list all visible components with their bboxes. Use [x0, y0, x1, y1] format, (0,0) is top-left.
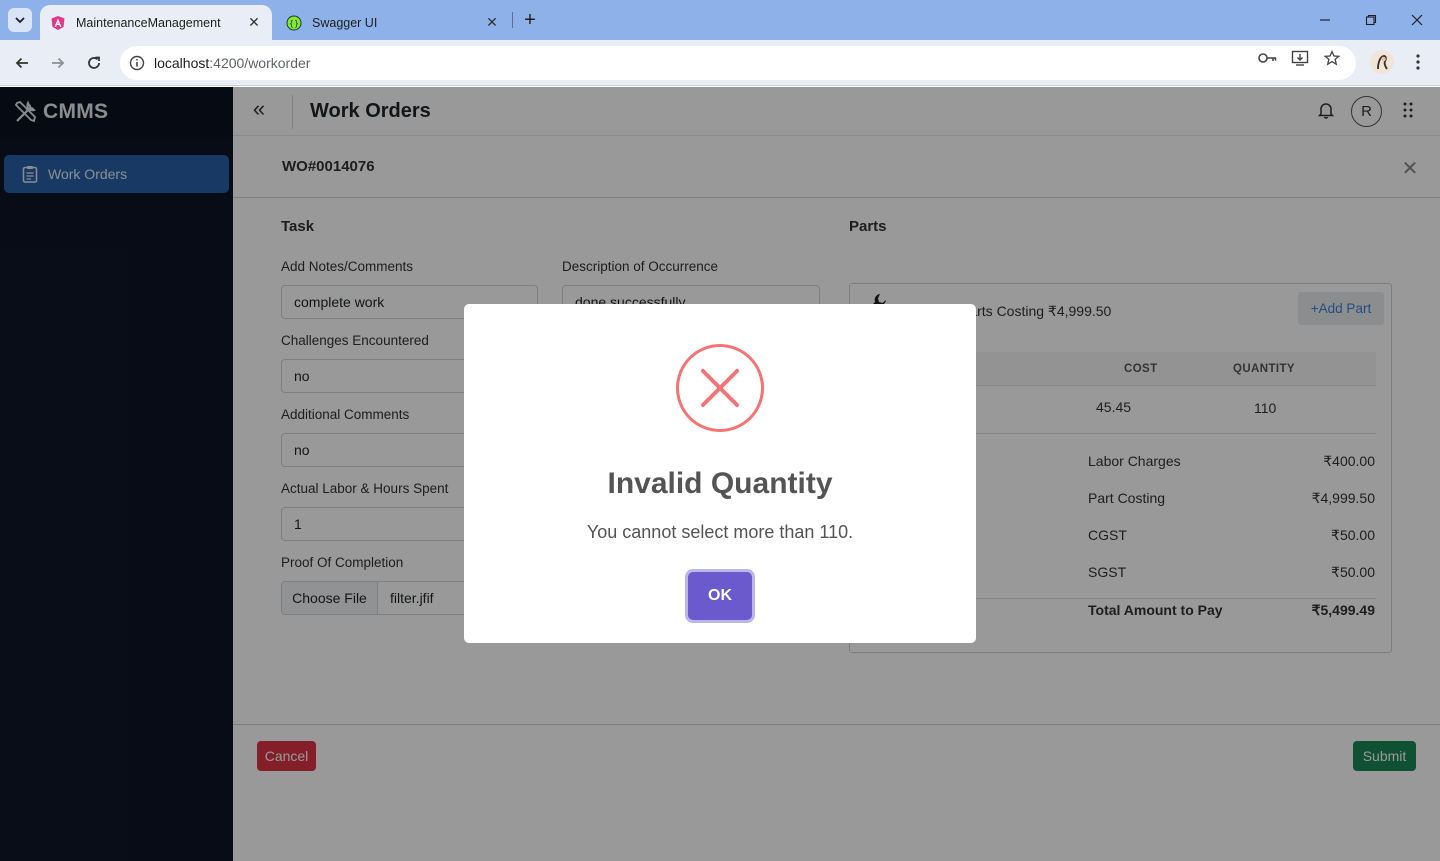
close-icon[interactable]: ✕ — [484, 14, 500, 31]
error-dialog: Invalid Quantity You cannot select more … — [464, 304, 976, 643]
new-tab-icon[interactable]: + — [518, 8, 542, 32]
browser-tab-swagger[interactable]: {} Swagger UI ✕ — [276, 5, 510, 40]
chevron-down-icon — [15, 17, 25, 24]
back-arrow-icon[interactable] — [8, 49, 36, 77]
key-icon[interactable] — [1258, 49, 1278, 67]
reload-icon[interactable] — [80, 49, 108, 77]
svg-text:{}: {} — [289, 19, 299, 28]
ok-button[interactable]: OK — [688, 572, 752, 620]
swagger-icon: {} — [286, 15, 302, 31]
window-close-icon[interactable] — [1394, 0, 1440, 40]
tab-title: Swagger UI — [312, 15, 378, 30]
forward-arrow-icon[interactable] — [44, 49, 72, 77]
browser-tab-maintenance[interactable]: MaintenanceManagement ✕ — [40, 5, 272, 40]
dialog-title: Invalid Quantity — [607, 467, 833, 500]
site-info-icon[interactable] — [120, 55, 154, 71]
address-bar[interactable]: localhost:4200/workorder — [120, 46, 1356, 80]
close-icon[interactable]: ✕ — [246, 14, 262, 31]
restore-icon[interactable] — [1348, 0, 1394, 40]
minimize-icon[interactable] — [1302, 0, 1348, 40]
tab-title: MaintenanceManagement — [76, 15, 221, 30]
browser-tabstrip: MaintenanceManagement ✕ {} Swagger UI ✕ … — [0, 0, 1440, 40]
bookmark-star-icon[interactable] — [1322, 49, 1342, 67]
angular-icon — [50, 15, 66, 31]
profile-avatar-icon[interactable] — [1370, 50, 1394, 74]
url-text: localhost:4200/workorder — [154, 55, 311, 71]
dialog-message: You cannot select more than 110. — [586, 522, 854, 542]
browser-toolbar: localhost:4200/workorder — [0, 40, 1440, 86]
tab-search-button[interactable] — [8, 8, 32, 32]
install-app-icon[interactable] — [1290, 49, 1310, 67]
tab-separator — [512, 12, 513, 28]
browser-menu-icon[interactable] — [1406, 50, 1430, 74]
error-x-icon — [676, 344, 764, 432]
